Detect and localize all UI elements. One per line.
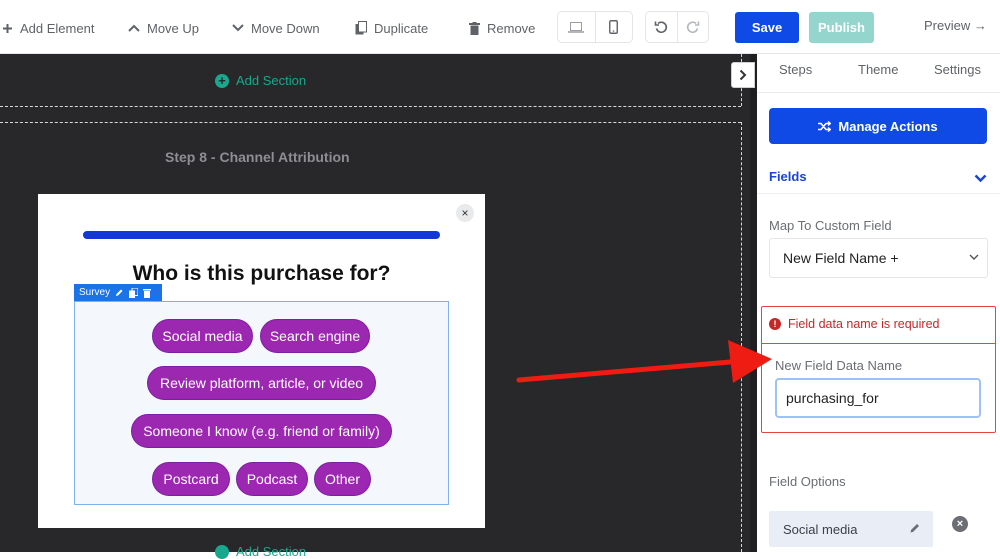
survey-option[interactable]: Social media: [152, 319, 253, 353]
section-boundary: [0, 122, 741, 123]
copy-icon: [355, 21, 367, 35]
field-option-label: Social media: [783, 521, 858, 537]
history-controls: [645, 11, 709, 43]
custom-field-select[interactable]: New Field Name +: [769, 238, 988, 278]
move-down-label: Move Down: [251, 20, 320, 36]
copy-icon[interactable]: [129, 287, 139, 298]
chevron-up-icon: [128, 24, 140, 32]
plus-circle-icon: +: [215, 73, 229, 88]
publish-button[interactable]: Publish: [809, 12, 874, 43]
top-toolbar: Add Element Move Up Move Down Duplicate …: [0, 0, 1000, 54]
chevron-down-icon: [969, 254, 979, 260]
field-option-item[interactable]: Social media: [769, 511, 933, 547]
manage-actions-label: Manage Actions: [838, 118, 938, 134]
section-divider: [757, 193, 1000, 194]
progress-bar: [83, 231, 440, 239]
tab-theme[interactable]: Theme: [858, 62, 898, 77]
survey-tag-label: Survey: [79, 287, 111, 298]
mobile-view-button[interactable]: [594, 12, 633, 42]
survey-option[interactable]: Someone I know (e.g. friend or family): [131, 414, 392, 448]
pencil-icon[interactable]: [115, 288, 124, 297]
move-down-button[interactable]: Move Down: [232, 18, 320, 38]
redo-icon: [686, 21, 700, 33]
survey-element-tag[interactable]: Survey: [74, 284, 162, 301]
chevron-down-icon[interactable]: [974, 170, 987, 188]
chevron-right-icon: [739, 69, 747, 81]
shuffle-icon: [818, 120, 832, 132]
canvas-scrollbar[interactable]: [750, 54, 757, 552]
survey-option[interactable]: Postcard: [152, 462, 230, 496]
duplicate-button[interactable]: Duplicate: [355, 18, 428, 38]
preview-label: Preview →: [924, 18, 987, 33]
add-section-label: Add Section: [236, 73, 307, 88]
close-icon[interactable]: ×: [456, 204, 474, 222]
trash-icon: [469, 21, 480, 35]
move-up-button[interactable]: Move Up: [128, 18, 199, 38]
plus-icon: [3, 23, 12, 33]
section-boundary: [741, 122, 742, 552]
collapse-panel-button[interactable]: [731, 62, 755, 88]
pencil-icon[interactable]: [909, 522, 921, 534]
question-heading[interactable]: Who is this purchase for?: [38, 262, 485, 286]
manage-actions-button[interactable]: Manage Actions: [769, 108, 987, 144]
undo-button[interactable]: [646, 12, 677, 42]
remove-option-icon[interactable]: ×: [952, 516, 968, 532]
tab-divider: [757, 92, 1000, 93]
fields-section-toggle[interactable]: Fields: [769, 169, 807, 184]
survey-option[interactable]: Review platform, article, or video: [147, 366, 376, 400]
new-field-name-label: New Field Data Name: [775, 358, 903, 373]
custom-field-value: New Field Name +: [783, 250, 899, 266]
phone-icon: [609, 20, 619, 34]
preview-button[interactable]: Preview →: [924, 18, 987, 33]
survey-option[interactable]: Search engine: [260, 319, 370, 353]
trash-icon[interactable]: [143, 288, 152, 298]
laptop-icon: [568, 21, 585, 33]
tab-settings[interactable]: Settings: [934, 62, 981, 77]
add-element-label: Add Element: [20, 20, 95, 36]
map-custom-field-label: Map To Custom Field: [769, 218, 892, 233]
field-options-label: Field Options: [769, 474, 846, 489]
remove-label: Remove: [487, 20, 536, 36]
add-section-button[interactable]: + Add Section: [215, 73, 306, 88]
new-field-name-input[interactable]: [775, 378, 981, 418]
chevron-down-icon: [232, 24, 244, 32]
redo-button[interactable]: [676, 12, 709, 42]
move-up-label: Move Up: [147, 20, 200, 36]
error-icon: !: [769, 318, 781, 330]
error-text: Field data name is required: [788, 317, 940, 331]
validation-error-message: ! Field data name is required: [769, 317, 939, 331]
plus-circle-icon[interactable]: [215, 545, 229, 559]
step-title: Step 8 - Channel Attribution: [165, 149, 350, 165]
survey-option[interactable]: Podcast: [236, 462, 308, 496]
device-toggle: [557, 11, 633, 43]
duplicate-label: Duplicate: [374, 20, 429, 36]
remove-button[interactable]: Remove: [469, 18, 535, 38]
desktop-view-button[interactable]: [558, 12, 595, 42]
save-button[interactable]: Save: [735, 12, 799, 43]
add-element-button[interactable]: Add Element: [2, 18, 94, 38]
survey-option[interactable]: Other: [314, 462, 371, 496]
section-boundary: [0, 106, 741, 107]
tab-steps[interactable]: Steps: [779, 62, 812, 77]
error-divider: [762, 343, 995, 344]
undo-icon: [654, 21, 668, 33]
